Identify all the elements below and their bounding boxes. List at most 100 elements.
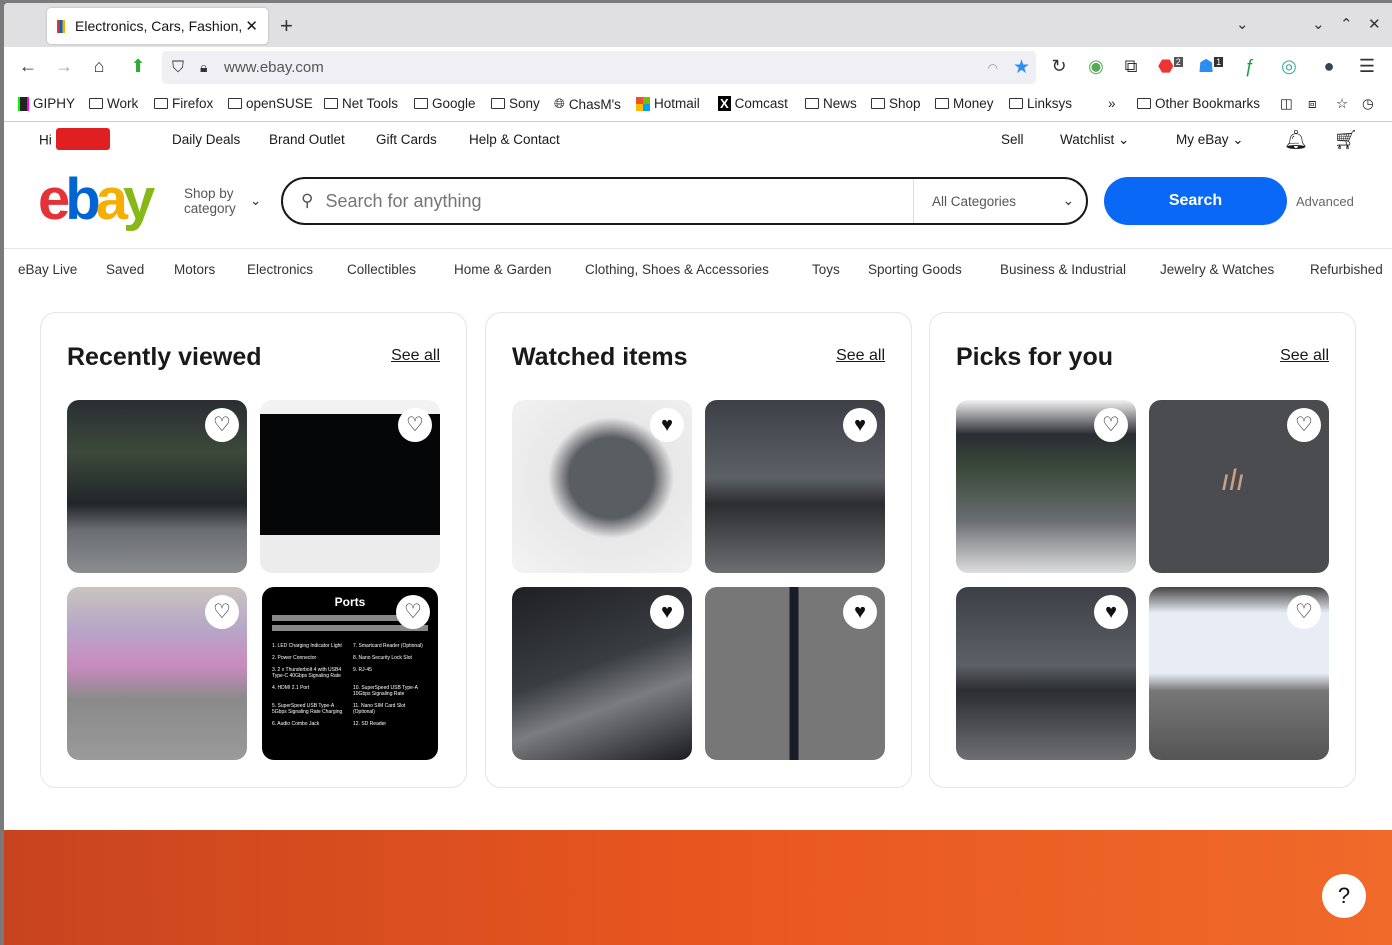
reload-icon[interactable]: ↻ [1048,56,1070,77]
product-image[interactable]: ♥ [956,587,1136,760]
see-all-link[interactable]: See all [836,347,885,365]
search-button[interactable]: Search [1104,177,1287,225]
heart-outline-icon[interactable]: ♡ [396,595,430,629]
product-image[interactable]: ♡ [956,400,1136,573]
new-tab-button[interactable]: + [280,13,293,39]
bookmark-firefox[interactable]: Firefox [154,96,213,111]
minimize-icon[interactable]: ⌄ [1312,15,1325,33]
heart-filled-icon[interactable]: ♥ [843,408,877,442]
category-select[interactable]: All Categories ⌄ [913,179,1086,223]
bookmark-comcast[interactable]: X Comcast [718,96,788,111]
see-all-link[interactable]: See all [1280,347,1329,365]
synced-tabs-icon[interactable]: ⧈ [1308,96,1317,112]
help-contact-link[interactable]: Help & Contact [469,132,560,147]
heart-outline-icon[interactable]: ♡ [205,595,239,629]
heart-filled-icon[interactable]: ♥ [843,595,877,629]
bookmark-star-icon[interactable]: ★ [1013,56,1030,79]
bookmarks-star-icon[interactable]: ☆ [1336,96,1348,112]
heart-filled-icon[interactable]: ♥ [650,595,684,629]
heart-filled-icon[interactable]: ♥ [1094,595,1128,629]
product-image[interactable]: ılı ♡ [1149,400,1329,573]
advanced-search-link[interactable]: Advanced [1296,194,1354,209]
product-image[interactable]: ♥ [512,400,692,573]
search-input[interactable] [325,190,896,212]
heart-outline-icon[interactable]: ♡ [1287,408,1321,442]
bookmark-money[interactable]: Money [935,96,994,111]
lock-icon[interactable]: 🔒︎ [200,59,207,76]
bookmark-news[interactable]: News [805,96,857,111]
product-image-ports[interactable]: Ports 1. LED Charging Indicator Light 7. … [262,587,438,760]
product-image[interactable]: ♥ [705,400,885,573]
ebay-logo[interactable]: ebay [38,166,155,233]
promo-banner[interactable]: ? [4,830,1392,945]
url-text[interactable]: www.ebay.com [224,59,324,76]
flash-extension-icon[interactable]: ƒ [1238,56,1260,77]
watchlist-menu[interactable]: Watchlist ⌄ [1060,132,1129,148]
bookmark-sony[interactable]: Sony [491,96,540,111]
shield-icon[interactable]: ⛉ [172,59,184,77]
circle-extension-icon[interactable]: ◎ [1278,56,1300,77]
sell-link[interactable]: Sell [1001,132,1024,147]
category-home-garden[interactable]: Home & Garden [454,262,552,277]
product-image[interactable]: ♥ [512,587,692,760]
category-electronics[interactable]: Electronics [247,262,313,277]
category-business-industrial[interactable]: Business & Industrial [1000,262,1126,277]
category-refurbished[interactable]: Refurbished [1310,262,1383,277]
category-toys[interactable]: Toys [812,262,840,277]
my-ebay-menu[interactable]: My eBay ⌄ [1176,132,1244,148]
heart-outline-icon[interactable]: ♡ [1094,408,1128,442]
heart-filled-icon[interactable]: ♥ [650,408,684,442]
category-motors[interactable]: Motors [174,262,215,277]
category-collectibles[interactable]: Collectibles [347,262,416,277]
shop-by-category[interactable]: Shop by category ⌄ [184,186,261,216]
product-image[interactable]: ♥ [705,587,885,760]
close-window-icon[interactable]: ✕ [1368,15,1381,33]
product-image[interactable]: ♡ [1149,587,1329,760]
adblock-icon[interactable]: ⬣ 2 [1158,56,1183,77]
bookmark-opensuse[interactable]: openSUSE [228,96,313,111]
back-icon[interactable]: ← [17,56,39,77]
bookmark-shop[interactable]: Shop [871,96,921,111]
brand-outlet-link[interactable]: Brand Outlet [269,132,345,147]
product-image[interactable]: ♡ [260,400,440,573]
bookmark-linksys[interactable]: Linksys [1009,96,1072,111]
category-clothing[interactable]: Clothing, Shoes & Accessories [585,262,769,277]
sidebar-icon[interactable]: ◫ [1280,96,1293,112]
help-button[interactable]: ? [1322,874,1366,918]
bookmark-other[interactable]: Other Bookmarks [1137,96,1260,111]
forward-icon[interactable]: → [53,56,75,77]
notification-bell-icon[interactable]: 🔔︎ [1284,128,1308,152]
maximize-icon[interactable]: ⌃ [1340,15,1353,33]
home-icon[interactable]: ⌂ [88,56,110,77]
tab-list-chevron-icon[interactable]: ⌄ [1236,15,1249,33]
bookmark-google[interactable]: Google [414,96,476,111]
url-bar[interactable]: ⛉ 🔒︎ www.ebay.com ◠ ★ [162,51,1036,84]
bookmark-hotmail[interactable]: Hotmail [636,96,700,111]
category-jewelry-watches[interactable]: Jewelry & Watches [1160,262,1274,277]
bookmark-work[interactable]: Work [89,96,138,111]
bookmark-giphy[interactable]: GIPHY [18,96,75,111]
heart-outline-icon[interactable]: ♡ [1287,595,1321,629]
category-ebay-live[interactable]: eBay Live [18,262,77,277]
daily-deals-link[interactable]: Daily Deals [172,132,240,147]
bookmark-net-tools[interactable]: Net Tools [324,96,398,111]
history-clock-icon[interactable]: ◷ [1362,96,1374,112]
see-all-link[interactable]: See all [391,347,440,365]
category-saved[interactable]: Saved [106,262,144,277]
extension-icon[interactable]: ◉ [1085,56,1107,77]
category-sporting-goods[interactable]: Sporting Goods [868,262,962,277]
cursor-extension-icon[interactable]: ● [1318,56,1340,77]
bookmark-chasms[interactable]: 🌐︎ ChasM's [554,96,621,112]
gift-cards-link[interactable]: Gift Cards [376,132,437,147]
product-image[interactable]: ♡ [67,587,247,760]
heart-outline-icon[interactable]: ♡ [205,408,239,442]
green-arrow-extension-icon[interactable]: ⬆ [127,56,149,77]
menu-icon[interactable]: ☰ [1356,56,1378,77]
product-image[interactable]: ♡ [67,400,247,573]
bookmarks-overflow-icon[interactable]: » [1108,96,1116,111]
close-tab-icon[interactable]: ✕ [245,17,258,35]
cart-icon[interactable]: 🛒︎ [1334,128,1358,152]
ghost-extension-icon[interactable]: ☗ 1 [1198,56,1224,77]
tab-ebay[interactable]: Electronics, Cars, Fashion, Collectibles… [47,8,268,44]
extensions-puzzle-icon[interactable]: ⧉ [1120,56,1142,77]
